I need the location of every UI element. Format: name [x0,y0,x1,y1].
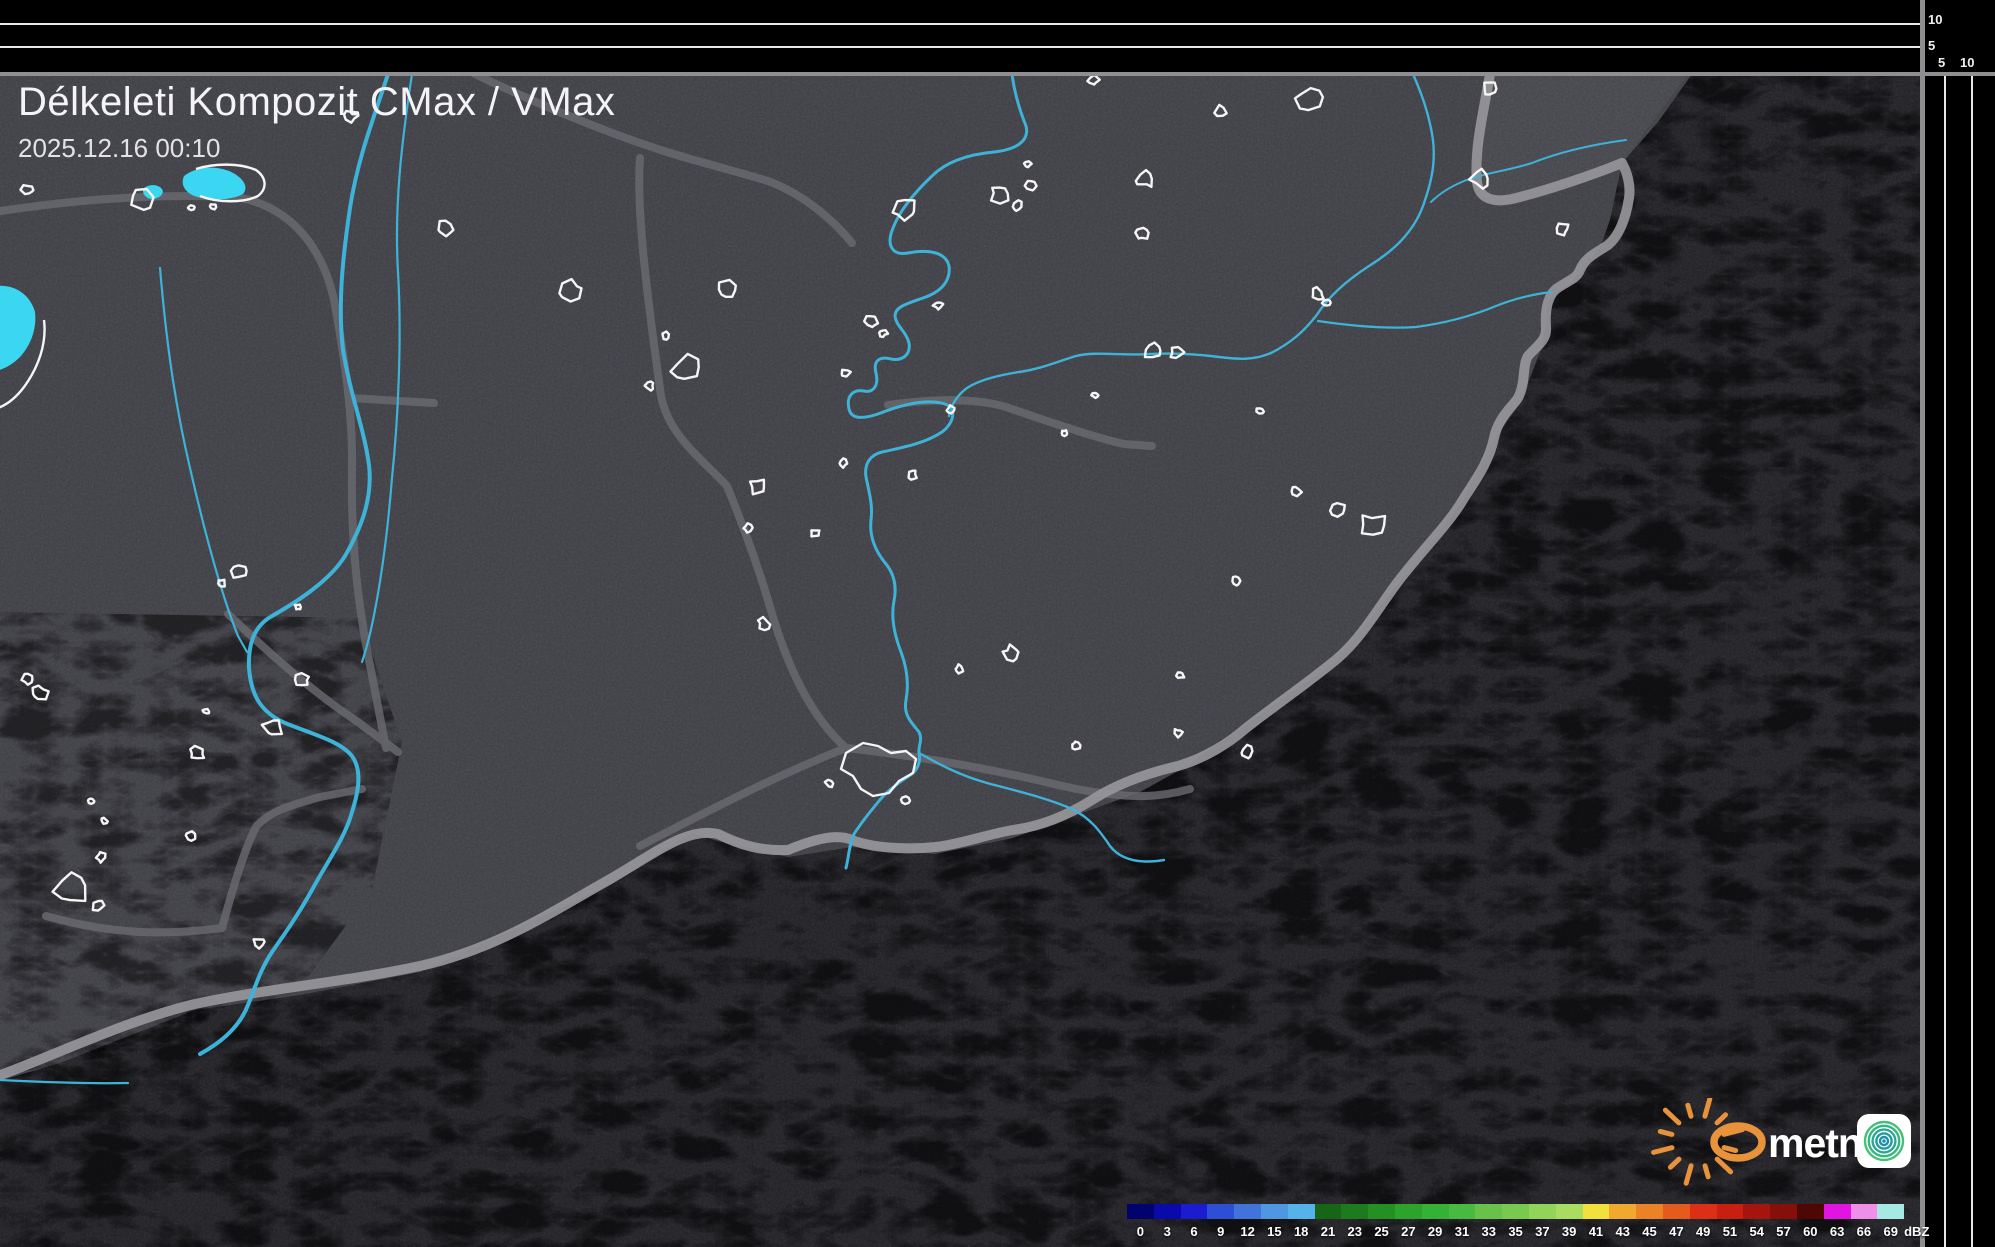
colorbar-cell [1797,1204,1824,1219]
colorbar-cell [1636,1204,1663,1219]
colorbar-cell [1475,1204,1502,1219]
colorbar-tick-label: 3 [1154,1224,1181,1239]
colorbar-cell [1341,1204,1368,1219]
colorbar-tick-label: 37 [1529,1224,1556,1239]
page-title: Délkeleti Kompozit CMax / VMax [18,80,615,125]
colorbar-cell [1583,1204,1610,1219]
horizontal-divider [0,72,1995,76]
colorbar-tick-label: 23 [1341,1224,1368,1239]
colorbar-tick-label: 47 [1663,1224,1690,1239]
vertical-divider [1920,0,1925,1247]
colorbar-unit-label: dBZ [1904,1224,1938,1239]
colorbar-cell [1502,1204,1529,1219]
colorbar-tick-label: 0 [1127,1224,1154,1239]
top-gridline-10km [0,23,1920,25]
ruler-label-v5: 5 [1928,39,1935,52]
colorbar-cell [1288,1204,1315,1219]
colorbar-tick-label: 39 [1556,1224,1583,1239]
colorbar-cell [1770,1204,1797,1219]
ruler-label-h5: 5 [1938,56,1945,69]
colorbar-cell [1261,1204,1288,1219]
colorbar-cell [1851,1204,1878,1219]
colorbar-tick-label: 66 [1851,1224,1878,1239]
colorbar-tick-label: 63 [1824,1224,1851,1239]
colorbar-tick-label: 43 [1609,1224,1636,1239]
colorbar-cell [1234,1204,1261,1219]
title-block: Délkeleti Kompozit CMax / VMax 2025.12.1… [18,80,615,164]
colorbar-cell [1368,1204,1395,1219]
colorbar-cell [1609,1204,1636,1219]
colorbar-tick-label: 69 [1877,1224,1904,1239]
colorbar-cell [1315,1204,1342,1219]
colorbar-tick-label: 29 [1422,1224,1449,1239]
colorbar-tick-label: 21 [1315,1224,1342,1239]
colorbar-tick-label: 35 [1502,1224,1529,1239]
colorbar-tick-label: 12 [1234,1224,1261,1239]
colorbar-tick-label: 33 [1475,1224,1502,1239]
colorbar-cell [1717,1204,1744,1219]
radar-app-window: 10 5 5 10 Délkeleti Kompozit CMax / VMax… [0,0,1995,1247]
colorbar-cell [1449,1204,1476,1219]
colorbar-cell [1663,1204,1690,1219]
right-gridline-5km [1944,76,1946,1247]
top-gridline-5km [0,46,1920,48]
colorbar-cell [1154,1204,1181,1219]
metnet-logo: metnet [1638,1098,1938,1188]
colorbar-cell [1127,1204,1154,1219]
colorbar-tick-label: 18 [1288,1224,1315,1239]
colorbar-cell [1877,1204,1904,1219]
colorbar-tick-label: 45 [1636,1224,1663,1239]
colorbar-tick-label: 15 [1261,1224,1288,1239]
dbz-colorbar: 0369121518212325272931333537394143454749… [1127,1204,1938,1239]
colorbar-tick-label: 25 [1368,1224,1395,1239]
colorbar-tick-label: 6 [1181,1224,1208,1239]
ruler-label-v10: 10 [1928,13,1942,26]
colorbar-cell [1181,1204,1208,1219]
colorbar-cell [1690,1204,1717,1219]
colorbar-tick-label: 49 [1690,1224,1717,1239]
colorbar-cells [1127,1204,1938,1219]
colorbar-tick-label: 54 [1743,1224,1770,1239]
colorbar-cell [1422,1204,1449,1219]
colorbar-tick-label: 9 [1207,1224,1234,1239]
colorbar-tick-label: 60 [1797,1224,1824,1239]
right-gridline-10km [1971,76,1973,1247]
colorbar-cell [1395,1204,1422,1219]
top-profile-panel [0,0,1920,72]
colorbar-labels: 0369121518212325272931333537394143454749… [1127,1224,1938,1239]
colorbar-cell [1743,1204,1770,1219]
colorbar-cell [1556,1204,1583,1219]
road [350,398,434,403]
ruler-label-h10: 10 [1960,56,1974,69]
right-profile-panel [1925,0,1995,1247]
colorbar-tick-label: 27 [1395,1224,1422,1239]
colorbar-tick-label: 41 [1583,1224,1610,1239]
colorbar-cell [1824,1204,1851,1219]
colorbar-tick-label: 31 [1449,1224,1476,1239]
colorbar-tick-label: 57 [1770,1224,1797,1239]
colorbar-tick-label: 51 [1717,1224,1744,1239]
timestamp: 2025.12.16 00:10 [18,133,615,164]
sun-icon [1654,1099,1743,1183]
radar-map [0,0,1995,1247]
colorbar-cell [1207,1204,1234,1219]
colorbar-cell [1529,1204,1556,1219]
